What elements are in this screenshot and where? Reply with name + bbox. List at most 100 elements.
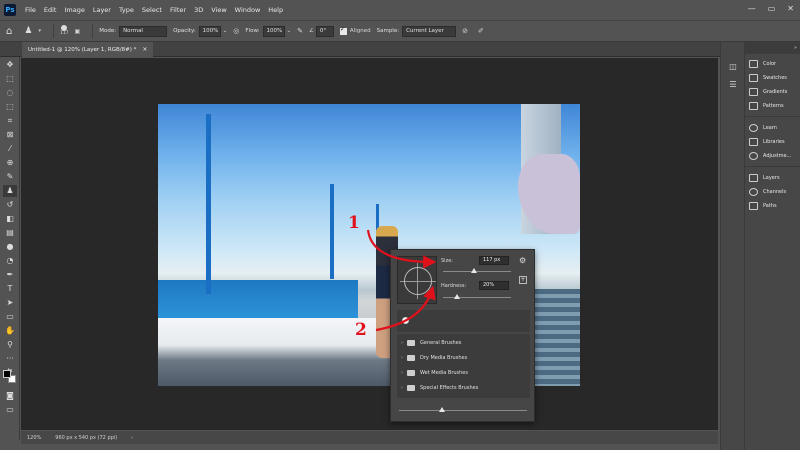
pressure-opacity-icon[interactable]: ◎ — [233, 27, 239, 35]
new-preset-icon[interactable]: + — [519, 276, 527, 284]
sample-select[interactable]: Current Layer — [402, 25, 457, 37]
size-input[interactable]: 117 px — [479, 256, 509, 265]
quick-mask-icon[interactable]: ◙ — [3, 390, 17, 402]
eraser-tool-icon[interactable]: ◧ — [3, 213, 17, 225]
menu-view[interactable]: View — [207, 6, 230, 14]
hand-tool-icon[interactable]: ✋ — [3, 325, 17, 337]
tool-preset-dropdown[interactable]: ▾ — [38, 28, 41, 34]
chevron-right-icon[interactable]: › — [397, 355, 407, 361]
hardness-slider-thumb[interactable] — [453, 294, 460, 299]
object-selection-tool-icon[interactable]: ⬚ — [3, 101, 17, 113]
menu-image[interactable]: Image — [60, 6, 88, 14]
dodge-tool-icon[interactable]: ◔ — [3, 255, 17, 267]
brush-tool-icon[interactable]: ✎ — [3, 171, 17, 183]
panel-adjustments[interactable]: Adjustme... — [749, 150, 791, 162]
restore-button[interactable]: ▭ — [768, 4, 776, 13]
opacity-input[interactable]: 100% — [198, 25, 221, 37]
brush-settings-icon[interactable]: ▣ — [75, 28, 81, 35]
gear-icon[interactable]: ⚙ — [519, 256, 526, 265]
type-tool-icon[interactable]: T — [3, 283, 17, 295]
history-brush-tool-icon[interactable]: ↺ — [3, 199, 17, 211]
color-swatches[interactable] — [3, 370, 17, 384]
folder-special-effects-brushes[interactable]: › Special Effects Brushes — [397, 381, 530, 395]
size-slider[interactable] — [443, 271, 511, 272]
pen-tool-icon[interactable]: ✒ — [3, 269, 17, 281]
chevron-right-icon[interactable]: › — [397, 370, 407, 376]
marquee-tool-icon[interactable]: ⬚ — [3, 73, 17, 85]
brush-tip-preview[interactable] — [397, 256, 437, 304]
angle-input[interactable]: 0° — [315, 25, 334, 37]
screen-mode-icon[interactable]: ▭ — [3, 404, 17, 416]
flow-input[interactable]: 100% — [262, 25, 285, 37]
eyedropper-tool-icon[interactable]: ⁄ — [3, 143, 17, 155]
menu-layer[interactable]: Layer — [89, 6, 115, 14]
folder-icon — [407, 385, 415, 391]
more-tools-icon[interactable]: ··· — [3, 353, 17, 365]
document-tab[interactable]: Untitled-1 @ 120% (Layer 1, RGB/8#) * × — [22, 42, 154, 57]
clone-stamp-tool-icon[interactable]: ♟ — [24, 26, 32, 36]
panel-swatches[interactable]: Swatches — [749, 72, 787, 84]
menu-help[interactable]: Help — [264, 6, 287, 14]
blur-tool-icon[interactable]: ● — [3, 241, 17, 253]
brush-picker-button[interactable]: 117 — [60, 25, 69, 37]
folder-dry-media-brushes[interactable]: › Dry Media Brushes — [397, 351, 530, 365]
chevron-right-icon[interactable]: › — [397, 340, 407, 346]
panel-layers[interactable]: Layers — [749, 172, 780, 184]
menu-select[interactable]: Select — [138, 6, 166, 14]
close-window-button[interactable]: ✕ — [787, 4, 794, 13]
panel-libraries[interactable]: Libraries — [749, 136, 785, 148]
menu-3d[interactable]: 3D — [190, 6, 207, 14]
chevron-down-icon[interactable]: ⌄ — [287, 28, 292, 34]
zoom-level[interactable]: 120% — [27, 435, 41, 441]
frame-tool-icon[interactable]: ⊠ — [3, 129, 17, 141]
folder-general-brushes[interactable]: › General Brushes — [397, 336, 530, 350]
move-tool-icon[interactable]: ✥ — [3, 59, 17, 71]
preview-size-slider-thumb[interactable] — [439, 407, 445, 412]
airbrush-icon[interactable]: ✎ — [297, 27, 303, 35]
crop-tool-icon[interactable]: ⌗ — [3, 115, 17, 127]
document-info[interactable]: 960 px x 540 px (72 ppi) — [55, 435, 117, 441]
panel-learn[interactable]: Learn — [749, 122, 777, 134]
history-panel-icon[interactable]: ◫ — [727, 62, 739, 72]
preview-size-slider[interactable] — [399, 410, 527, 411]
gradient-tool-icon[interactable]: ▤ — [3, 227, 17, 239]
size-slider-thumb[interactable] — [470, 268, 477, 273]
chevron-down-icon[interactable]: ⌄ — [223, 28, 228, 34]
panel-divider — [745, 116, 800, 117]
panel-color[interactable]: Color — [749, 58, 776, 70]
recent-brush-icon[interactable] — [402, 317, 409, 324]
aligned-checkbox[interactable]: Aligned — [339, 25, 371, 35]
canvas-workspace[interactable]: Size: 117 px Hardness: 20% ⚙ + › General… — [21, 58, 718, 430]
healing-brush-tool-icon[interactable]: ⊕ — [3, 157, 17, 169]
mode-select[interactable]: Normal — [119, 25, 168, 37]
zoom-tool-icon[interactable]: ⚲ — [3, 339, 17, 351]
chevron-right-icon[interactable]: › — [131, 435, 133, 441]
brush-roundness-icon[interactable] — [404, 267, 432, 295]
lasso-tool-icon[interactable]: ◌ — [3, 87, 17, 99]
minimize-button[interactable]: — — [748, 4, 756, 13]
menu-filter[interactable]: Filter — [166, 6, 190, 14]
panel-channels[interactable]: Channels — [749, 186, 786, 198]
menu-edit[interactable]: Edit — [40, 6, 61, 14]
home-icon[interactable]: ⌂ — [6, 26, 12, 37]
ignore-adjustment-layers-icon[interactable]: ⊘ — [462, 27, 468, 35]
angle-icon: ∠ — [308, 28, 314, 34]
clone-stamp-tool-icon[interactable]: ♟ — [3, 185, 17, 197]
panel-paths[interactable]: Paths — [749, 200, 777, 212]
menu-type[interactable]: Type — [115, 6, 138, 14]
close-tab-icon[interactable]: × — [142, 46, 147, 53]
properties-panel-icon[interactable]: ☰ — [727, 80, 739, 90]
panel-patterns[interactable]: Patterns — [749, 100, 784, 112]
rectangle-tool-icon[interactable]: ▭ — [3, 311, 17, 323]
chevron-right-icon[interactable]: › — [397, 385, 407, 391]
path-selection-tool-icon[interactable]: ➤ — [3, 297, 17, 309]
foreground-color-swatch[interactable] — [3, 370, 11, 378]
menu-window[interactable]: Window — [231, 6, 265, 14]
collapse-panels-icon[interactable]: » — [794, 45, 797, 51]
folder-wet-media-brushes[interactable]: › Wet Media Brushes — [397, 366, 530, 380]
hardness-input[interactable]: 20% — [479, 281, 509, 290]
panel-gradients[interactable]: Gradients — [749, 86, 787, 98]
pressure-size-icon[interactable]: ✐ — [478, 27, 484, 35]
menu-file[interactable]: File — [21, 6, 40, 14]
document-tab-bar: Untitled-1 @ 120% (Layer 1, RGB/8#) * × — [0, 42, 720, 57]
